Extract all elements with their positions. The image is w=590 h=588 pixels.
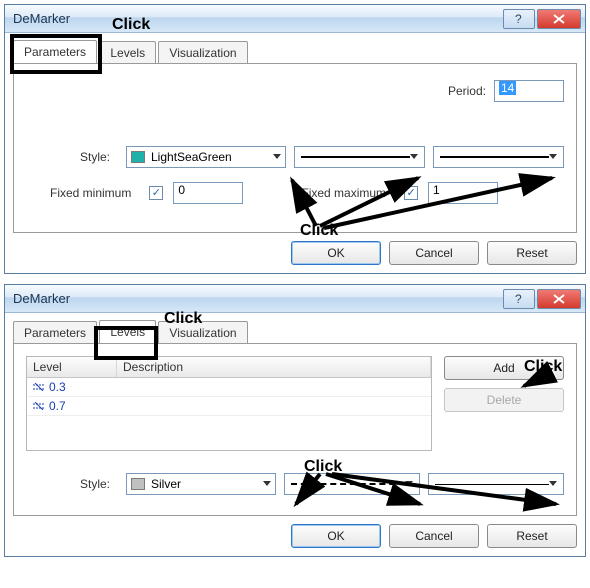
panel-levels: Level Description 0.3 [13,343,577,516]
chevron-down-icon [549,481,557,487]
color-name: LightSeaGreen [151,150,232,164]
table-header: Level Description [27,357,431,378]
delete-button: Delete [444,388,564,412]
line-solid-icon [301,156,410,158]
chevron-down-icon [273,154,281,160]
svg-text:?: ? [515,13,522,25]
table-row[interactable]: 0.7 [27,397,431,416]
chevron-down-icon [549,154,557,160]
dialog-levels: DeMarker ? Parameters Levels Visualizati… [4,284,586,557]
reset-button[interactable]: Reset [487,241,577,265]
fixed-row: Fixed minimum 0 Fixed maximum 1 [26,182,564,204]
close-button[interactable] [537,9,581,29]
svg-text:?: ? [515,293,522,305]
color-name: Silver [151,477,181,491]
titlebar: DeMarker ? [5,285,585,313]
fixed-max-label: Fixed maximum [301,186,386,200]
fixed-min-input[interactable]: 0 [173,182,243,204]
help-button[interactable]: ? [503,9,535,29]
level-line-icon [33,402,45,410]
level-cell: 0.7 [27,397,117,415]
level-value: 0.3 [49,380,66,394]
window-title: DeMarker [13,291,501,306]
chevron-down-icon [405,481,413,487]
fixed-min-checkbox[interactable] [149,186,163,200]
color-swatch-icon [131,151,145,163]
tab-visualization[interactable]: Visualization [158,41,247,63]
period-value: 14 [499,81,516,95]
dialog-body: Parameters Levels Visualization Level De… [5,313,585,556]
titlebar: DeMarker ? [5,5,585,33]
fixed-min-label: Fixed minimum [50,186,131,200]
levels-table: Level Description 0.3 [26,356,432,451]
line-style-select[interactable] [284,473,420,495]
ok-button[interactable]: OK [291,241,381,265]
line-width-select[interactable] [433,146,564,168]
cancel-button[interactable]: Cancel [389,241,479,265]
tab-parameters[interactable]: Parameters [13,40,97,63]
desc-cell [117,378,129,396]
cancel-button[interactable]: Cancel [389,524,479,548]
col-level[interactable]: Level [27,357,117,377]
style-label: Style: [26,150,110,164]
button-row: OK Cancel Reset [13,524,577,548]
color-select[interactable]: LightSeaGreen [126,146,286,168]
tab-strip: Parameters Levels Visualization [13,39,577,63]
style-row: Style: Silver [26,473,564,495]
level-value: 0.7 [49,399,66,413]
fixed-max-checkbox[interactable] [404,186,418,200]
line-width-icon [435,484,549,485]
tab-strip: Parameters Levels Visualization [13,319,577,343]
period-input[interactable]: 14 [494,80,564,102]
window-title: DeMarker [13,11,501,26]
tab-levels[interactable]: Levels [99,320,156,343]
style-row: Style: LightSeaGreen [26,146,564,168]
color-select[interactable]: Silver [126,473,276,495]
tab-visualization[interactable]: Visualization [158,321,247,343]
dialog-body: Parameters Levels Visualization Period: … [5,33,585,273]
color-swatch-icon [131,478,145,490]
help-button[interactable]: ? [503,289,535,309]
dialog-parameters: DeMarker ? Parameters Levels Visualizati… [4,4,586,274]
style-label: Style: [26,477,110,491]
tab-levels[interactable]: Levels [99,41,156,63]
chevron-down-icon [410,154,418,160]
reset-button[interactable]: Reset [487,524,577,548]
desc-cell [117,397,129,415]
tab-parameters[interactable]: Parameters [13,321,97,343]
add-button[interactable]: Add [444,356,564,380]
ok-button[interactable]: OK [291,524,381,548]
line-dash-icon [291,483,405,485]
line-width-icon [440,156,549,158]
level-cell: 0.3 [27,378,117,396]
fixed-max-input[interactable]: 1 [428,182,498,204]
screenshot-container: { "dialog1": { "title": "DeMarker", "tab… [4,4,586,557]
chevron-down-icon [263,481,271,487]
table-row[interactable]: 0.3 [27,378,431,397]
close-button[interactable] [537,289,581,309]
button-row: OK Cancel Reset [13,241,577,265]
level-line-icon [33,383,45,391]
panel-parameters: Period: 14 Style: LightSeaGreen [13,63,577,233]
period-label: Period: [448,84,486,98]
line-width-select[interactable] [428,473,564,495]
col-description[interactable]: Description [117,357,431,377]
line-style-select[interactable] [294,146,425,168]
